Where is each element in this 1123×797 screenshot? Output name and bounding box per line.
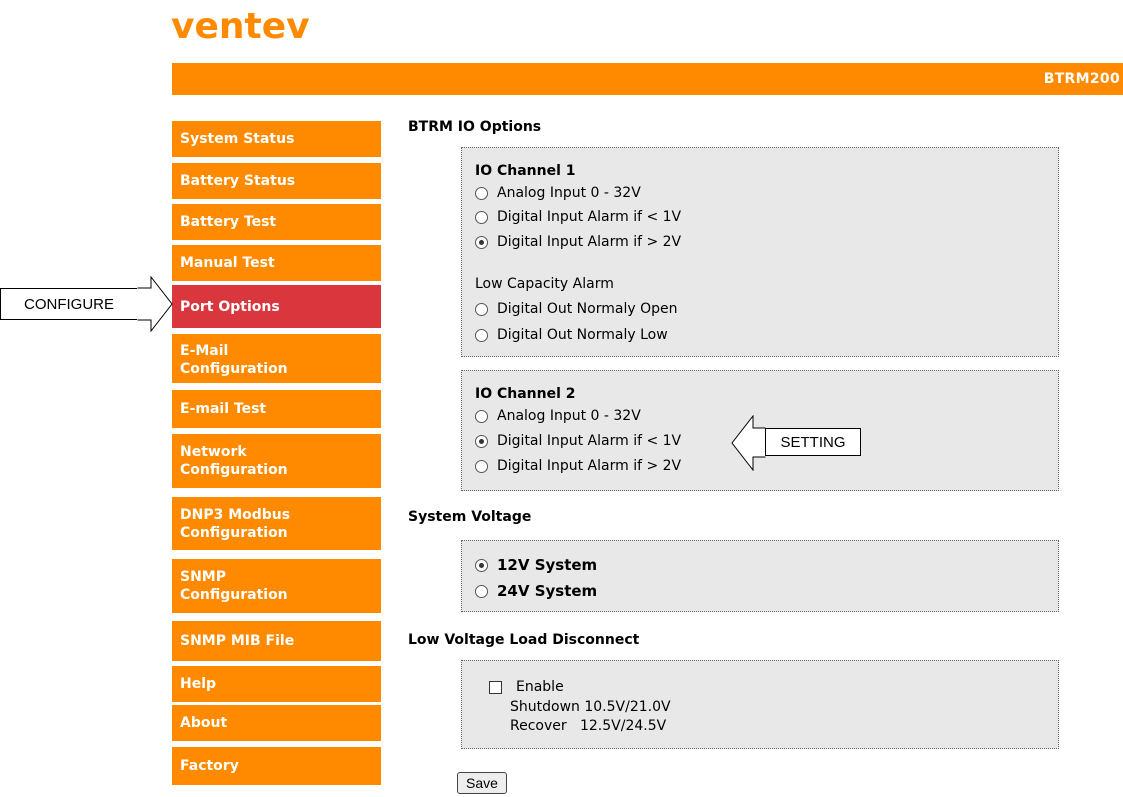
nav-label: Battery Status [180,173,296,189]
configure-label: CONFIGURE [24,295,114,313]
nav-about[interactable]: About [172,705,381,741]
io-channel-1-title: IO Channel 1 [475,163,576,179]
radio-button[interactable] [475,328,488,342]
ch1-out-normally-open[interactable]: Digital Out Normaly Open [475,301,677,317]
nav-snmp-mib-file[interactable]: SNMP MIB File [172,621,381,661]
setting-arrow-icon [731,415,766,471]
ventev-logo: ventev [171,6,310,46]
radio-button[interactable] [475,302,488,316]
nav-label: System Status [180,131,295,147]
nav-label: E-Mail Configuration [180,342,288,377]
nav-email-test[interactable]: E-mail Test [172,390,381,428]
radio-button[interactable] [475,409,488,423]
option-label: Analog Input 0 - 32V [497,185,641,201]
nav-label: SNMP MIB File [180,633,295,649]
nav-label: Help [180,676,217,692]
setting-callout: SETTING [765,428,861,456]
radio-button[interactable] [475,459,488,473]
nav-label: About [180,715,228,731]
system-voltage-panel: 12V System 24V System [461,540,1059,612]
ch1-out-normally-low[interactable]: Digital Out Normaly Low [475,327,668,343]
nav-help[interactable]: Help [172,666,381,702]
radio-button[interactable] [475,584,488,598]
radio-button-selected[interactable] [475,558,488,572]
ch2-option-analog[interactable]: Analog Input 0 - 32V [475,408,641,424]
nav-label: Port Options [180,298,280,315]
nav-snmp-configuration[interactable]: SNMP Configuration [172,559,381,613]
nav-factory[interactable]: Factory [172,747,381,785]
lvld-title: Low Voltage Load Disconnect [408,632,640,648]
nav-label: E-mail Test [180,401,267,417]
ch1-option-digital-gt-2v[interactable]: Digital Input Alarm if > 2V [475,234,681,250]
option-label: Digital Out Normaly Open [497,301,678,317]
low-capacity-alarm-label: Low Capacity Alarm [475,276,614,292]
radio-button[interactable] [475,186,488,200]
model-name: BTRM200 [1043,71,1120,87]
option-label: Digital Out Normaly Low [497,327,668,343]
voltage-option-24v[interactable]: 24V System [475,582,597,600]
system-voltage-title: System Voltage [408,509,532,525]
nav-label: DNP3 Modbus Configuration [180,506,291,541]
option-label: 12V System [497,556,598,574]
nav-battery-status[interactable]: Battery Status [172,163,381,199]
configure-callout: CONFIGURE [0,288,138,320]
nav-label: Manual Test [180,255,275,271]
radio-button-selected[interactable] [475,434,488,448]
option-label: 24V System [497,582,598,600]
nav-email-configuration[interactable]: E-Mail Configuration [172,334,381,383]
lvld-panel: Enable Shutdown 10.5V/21.0V Recover 12.5… [461,660,1059,749]
voltage-option-12v[interactable]: 12V System [475,556,597,574]
nav-label: Factory [180,758,239,774]
recover-text: Recover 12.5V/24.5V [510,718,667,734]
nav-manual-test[interactable]: Manual Test [172,245,381,281]
ch2-option-digital-lt-1v[interactable]: Digital Input Alarm if < 1V [475,433,681,449]
nav-system-status[interactable]: System Status [172,121,381,157]
configure-arrow-icon [137,276,173,332]
lvld-enable[interactable]: Enable [489,679,564,695]
option-label: Analog Input 0 - 32V [497,408,641,424]
nav-battery-test[interactable]: Battery Test [172,204,381,240]
enable-label: Enable [516,679,564,695]
save-button[interactable]: Save [457,772,507,794]
nav-label: Network Configuration [180,444,288,478]
shutdown-text: Shutdown 10.5V/21.0V [510,699,671,715]
logo-text: ventev [171,6,310,46]
nav-label: Battery Test [180,214,277,230]
radio-button[interactable] [475,210,488,224]
nav-network-configuration[interactable]: Network Configuration [172,434,381,488]
io-channel-1-panel: IO Channel 1 Analog Input 0 - 32V Digita… [461,147,1059,357]
ch1-option-analog[interactable]: Analog Input 0 - 32V [475,185,641,201]
enable-checkbox[interactable] [489,680,502,694]
io-options-title: BTRM IO Options [408,119,542,135]
nav-dnp3-modbus-configuration[interactable]: DNP3 Modbus Configuration [172,497,381,550]
ch2-option-digital-gt-2v[interactable]: Digital Input Alarm if > 2V [475,458,681,474]
header-bar: BTRM200 [172,63,1123,95]
setting-label: SETTING [780,433,846,451]
ch1-option-digital-lt-1v[interactable]: Digital Input Alarm if < 1V [475,209,681,225]
radio-button-selected[interactable] [475,235,488,249]
io-channel-2-title: IO Channel 2 [475,386,576,402]
option-label: Digital Input Alarm if < 1V [497,433,682,449]
option-label: Digital Input Alarm if > 2V [497,458,682,474]
option-label: Digital Input Alarm if < 1V [497,209,682,225]
nav-label: SNMP Configuration [180,569,288,603]
option-label: Digital Input Alarm if > 2V [497,234,682,250]
nav-port-options[interactable]: Port Options [172,285,381,328]
